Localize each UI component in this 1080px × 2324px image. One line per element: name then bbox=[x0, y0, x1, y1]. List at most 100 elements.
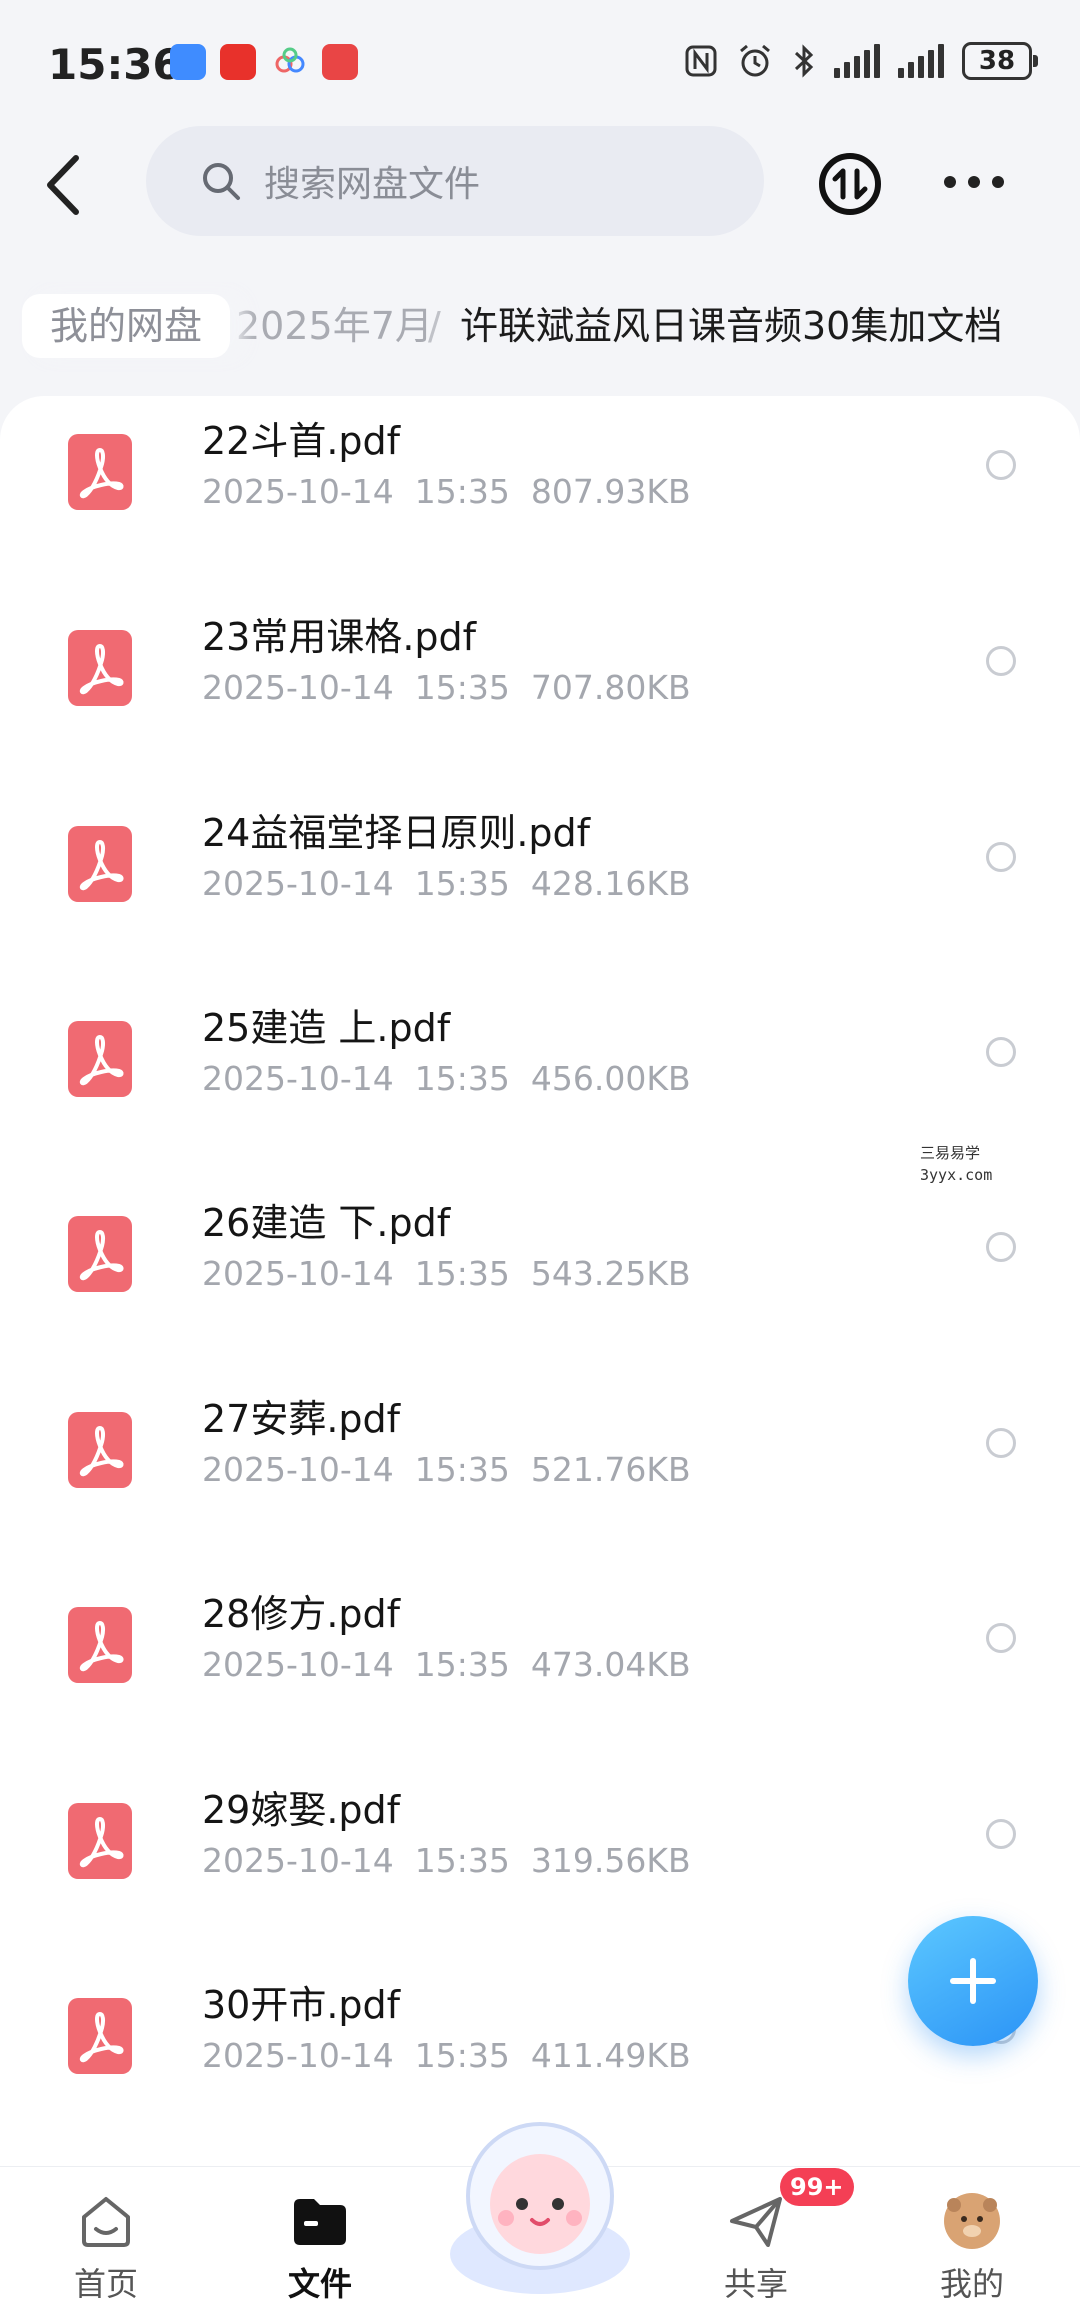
file-size: 473.04KB bbox=[530, 1645, 691, 1684]
signal-icon bbox=[834, 44, 880, 78]
nav-home[interactable]: 首页 bbox=[36, 2167, 176, 2324]
nav-files[interactable]: 文件 bbox=[250, 2167, 390, 2324]
nav-mine[interactable]: 我的 bbox=[902, 2167, 1042, 2324]
search-input[interactable]: 搜索网盘文件 bbox=[146, 126, 764, 236]
nfc-icon bbox=[685, 45, 717, 77]
home-icon bbox=[82, 2197, 130, 2247]
file-meta: 2025-10-14 15:35 707.80KB bbox=[202, 668, 691, 707]
more-dot-icon bbox=[992, 176, 1004, 188]
chevron-left-icon bbox=[47, 155, 79, 215]
file-meta: 2025-10-14 15:35 473.04KB bbox=[202, 1645, 691, 1684]
search-icon bbox=[203, 163, 240, 200]
battery-icon: 38 bbox=[962, 42, 1038, 80]
file-time: 15:35 bbox=[414, 1450, 510, 1489]
select-checkbox[interactable] bbox=[986, 1232, 1016, 1262]
file-size: 456.00KB bbox=[530, 1059, 691, 1098]
share-badge: 99+ bbox=[780, 2168, 854, 2206]
file-time: 15:35 bbox=[414, 1254, 510, 1293]
select-checkbox[interactable] bbox=[986, 1623, 1016, 1653]
signal-2-icon bbox=[898, 44, 944, 78]
file-time: 15:35 bbox=[414, 1059, 510, 1098]
pdf-file-icon bbox=[68, 1021, 132, 1097]
video-app-icon bbox=[322, 44, 358, 80]
paper-plane-icon bbox=[730, 2197, 782, 2247]
file-row[interactable]: 23常用课格.pdf 2025-10-14 15:35 707.80KB bbox=[0, 612, 1080, 808]
file-name: 23常用课格.pdf bbox=[202, 615, 477, 659]
file-date: 2025-10-14 bbox=[202, 864, 394, 903]
file-name: 22斗首.pdf bbox=[202, 419, 401, 463]
mascot-icon bbox=[450, 2122, 630, 2294]
file-row[interactable]: 25建造 上.pdf 2025-10-14 15:35 456.00KB bbox=[0, 1003, 1080, 1199]
file-date: 2025-10-14 bbox=[202, 1254, 394, 1293]
file-meta: 2025-10-14 15:35 543.25KB bbox=[202, 1254, 691, 1293]
add-button[interactable] bbox=[908, 1916, 1038, 2046]
avatar bbox=[944, 2193, 1000, 2249]
file-size: 707.80KB bbox=[530, 668, 691, 707]
select-checkbox[interactable] bbox=[986, 1428, 1016, 1458]
watermark-line: 3yyx.com bbox=[920, 1166, 993, 1184]
file-time: 15:35 bbox=[414, 472, 510, 511]
file-name: 25建造 上.pdf bbox=[202, 1006, 451, 1050]
more-dot-icon bbox=[944, 176, 956, 188]
file-size: 521.76KB bbox=[530, 1450, 691, 1489]
file-size: 428.16KB bbox=[530, 864, 691, 903]
select-checkbox[interactable] bbox=[986, 1037, 1016, 1067]
select-checkbox[interactable] bbox=[986, 646, 1016, 676]
mascot-button[interactable] bbox=[440, 2104, 640, 2304]
shopping-app-icon bbox=[220, 44, 256, 80]
file-time: 15:35 bbox=[414, 864, 510, 903]
nav-mine-label: 我的 bbox=[939, 2265, 1004, 2303]
file-row[interactable]: 22斗首.pdf 2025-10-14 15:35 807.93KB bbox=[0, 416, 1080, 612]
file-meta: 2025-10-14 15:35 319.56KB bbox=[202, 1841, 691, 1880]
file-row[interactable]: 27安葬.pdf 2025-10-14 15:35 521.76KB bbox=[0, 1394, 1080, 1590]
app-notification-icon bbox=[170, 44, 206, 80]
file-row[interactable]: 26建造 下.pdf 2025-10-14 15:35 543.25KB bbox=[0, 1198, 1080, 1394]
folder-icon bbox=[294, 2199, 346, 2245]
file-meta: 2025-10-14 15:35 807.93KB bbox=[202, 472, 691, 511]
status-bar: 15:36 38 bbox=[0, 0, 1080, 130]
breadcrumb-root[interactable]: 我的网盘 bbox=[22, 294, 231, 358]
transfer-icon bbox=[819, 153, 881, 215]
breadcrumb-parent[interactable]: 2025年7月 bbox=[236, 294, 433, 358]
file-meta: 2025-10-14 15:35 428.16KB bbox=[202, 864, 691, 903]
cloud-app-icon bbox=[272, 44, 308, 80]
watermark-line: 三易易学 bbox=[920, 1144, 981, 1162]
file-meta: 2025-10-14 15:35 411.49KB bbox=[202, 2036, 691, 2075]
nav-home-label: 首页 bbox=[73, 2265, 138, 2303]
file-date: 2025-10-14 bbox=[202, 2036, 394, 2075]
file-name: 27安葬.pdf bbox=[202, 1397, 401, 1441]
file-size: 411.49KB bbox=[530, 2036, 691, 2075]
file-time: 15:35 bbox=[414, 1645, 510, 1684]
file-name: 28修方.pdf bbox=[202, 1592, 401, 1636]
pdf-file-icon bbox=[68, 826, 132, 902]
file-time: 15:35 bbox=[414, 668, 510, 707]
file-name: 26建造 下.pdf bbox=[202, 1201, 451, 1245]
file-meta: 2025-10-14 15:35 456.00KB bbox=[202, 1059, 691, 1098]
file-row[interactable]: 28修方.pdf 2025-10-14 15:35 473.04KB bbox=[0, 1589, 1080, 1785]
status-time: 15:36 bbox=[48, 40, 182, 89]
bluetooth-icon bbox=[794, 44, 814, 78]
select-checkbox[interactable] bbox=[986, 1819, 1016, 1849]
file-name: 30开市.pdf bbox=[202, 1983, 401, 2027]
pdf-file-icon bbox=[68, 1998, 132, 2074]
file-date: 2025-10-14 bbox=[202, 1645, 394, 1684]
file-time: 15:35 bbox=[414, 1841, 510, 1880]
back-button[interactable] bbox=[40, 150, 90, 220]
transfer-button[interactable] bbox=[818, 152, 882, 216]
nav-files-label: 文件 bbox=[287, 2265, 352, 2303]
file-row[interactable]: 24益福堂择日原则.pdf 2025-10-14 15:35 428.16KB bbox=[0, 808, 1080, 1004]
file-size: 807.93KB bbox=[530, 472, 691, 511]
file-name: 29嫁娶.pdf bbox=[202, 1788, 401, 1832]
file-list: 22斗首.pdf 2025-10-14 15:35 807.93KB 23常用课格.… bbox=[0, 396, 1080, 2166]
breadcrumb-separator: / bbox=[428, 304, 441, 348]
select-checkbox[interactable] bbox=[986, 450, 1016, 480]
more-button[interactable] bbox=[944, 170, 1004, 194]
select-checkbox[interactable] bbox=[986, 842, 1016, 872]
pdf-file-icon bbox=[68, 1803, 132, 1879]
pdf-file-icon bbox=[68, 630, 132, 706]
watermark: 三易易学 3yyx.com bbox=[920, 1142, 992, 1186]
file-date: 2025-10-14 bbox=[202, 1059, 394, 1098]
file-meta: 2025-10-14 15:35 521.76KB bbox=[202, 1450, 691, 1489]
alarm-icon bbox=[740, 44, 770, 77]
pdf-file-icon bbox=[68, 1216, 132, 1292]
